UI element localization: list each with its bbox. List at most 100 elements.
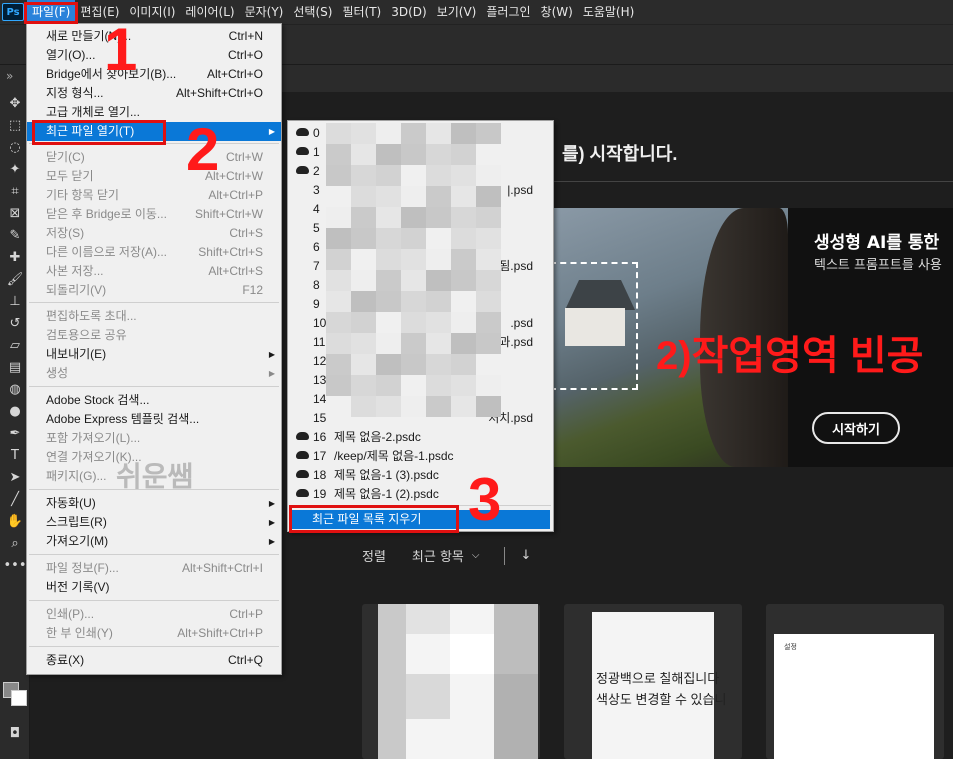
- file-menu-item[interactable]: 새로 만들기(N)... Ctrl+N: [27, 27, 281, 46]
- recent-file-item[interactable]: 19 제목 없음-1 (2).psdc: [288, 485, 553, 504]
- menu-type[interactable]: 문자(Y): [240, 0, 289, 24]
- menu-item-shortcut: Ctrl+N: [228, 29, 263, 43]
- redaction-mosaic-tile: [426, 165, 451, 186]
- sort-dropdown[interactable]: 최근 항목: [412, 546, 464, 565]
- redaction-mosaic-tile: [476, 144, 501, 165]
- file-menu-item[interactable]: 종료(X) Ctrl+Q: [27, 651, 281, 670]
- redaction-mosaic-tile: [351, 270, 376, 291]
- file-menu-item: 사본 저장... Alt+Ctrl+S: [27, 262, 281, 281]
- menu-view[interactable]: 보기(V): [432, 0, 482, 24]
- redaction-mosaic-tile: [351, 249, 376, 270]
- redaction-mosaic-tile: [451, 270, 476, 291]
- recent-file-thumbnail[interactable]: 정광백으로 칠해집니다 색상도 변경할 수 있습니: [564, 604, 742, 759]
- file-menu-item[interactable]: Adobe Stock 검색...: [27, 391, 281, 410]
- menu-help[interactable]: 도움말(H): [578, 0, 640, 24]
- hero-title: 생성형 AI를 통한: [814, 233, 940, 253]
- file-menu-item[interactable]: 버전 기록(V): [27, 578, 281, 597]
- redaction-mosaic-tile: [451, 375, 476, 396]
- menu-separator: [29, 386, 279, 387]
- redaction-mosaic-tile: [326, 123, 351, 144]
- recent-file-number: 13: [313, 373, 327, 387]
- quick-mask-icon[interactable]: ◘: [0, 722, 30, 744]
- file-menu-item[interactable]: Bridge에서 찾아보기(B)... Alt+Ctrl+O: [27, 65, 281, 84]
- redaction-mosaic-tile: [476, 396, 501, 417]
- redaction-mosaic-tile: [351, 207, 376, 228]
- menu-item-label: 기타 항목 닫기: [46, 188, 119, 202]
- redaction-mosaic-tile: [426, 312, 451, 333]
- menu-select[interactable]: 선택(S): [288, 0, 337, 24]
- menu-item-shortcut: Alt+Shift+Ctrl+O: [175, 86, 263, 100]
- menu-layer[interactable]: 레이어(L): [180, 0, 239, 24]
- file-menu-item[interactable]: Adobe Express 템플릿 검색...: [27, 410, 281, 429]
- file-menu-item: 검토용으로 공유: [27, 326, 281, 345]
- recent-file-number: 18: [313, 468, 327, 482]
- redaction-mosaic-tile: [401, 396, 426, 417]
- recent-file-number: 8: [313, 278, 320, 292]
- redaction-mosaic-tile: [476, 123, 501, 144]
- submenu-arrow-icon: ▶: [268, 369, 275, 378]
- menu-3d[interactable]: 3D(D): [386, 0, 431, 24]
- redaction-mosaic-tile: [351, 165, 376, 186]
- file-menu-item[interactable]: 열기(O)... Ctrl+O: [27, 46, 281, 65]
- thumbnail-image: [378, 604, 538, 759]
- file-menu-item: 모두 닫기 Alt+Ctrl+W: [27, 167, 281, 186]
- menu-item-label: 한 부 인쇄(Y): [46, 626, 113, 640]
- recent-file-number: 9: [313, 297, 320, 311]
- menu-window[interactable]: 창(W): [536, 0, 578, 24]
- recent-files-submenu: 0 1 2 3 |.psd 4 5 6 7 됨.psd 8 9 10 .psd 11 결과.psd 12 13 14…: [287, 120, 554, 532]
- menu-item-label: 열기(O)...: [46, 48, 96, 62]
- redaction-mosaic-tile: [376, 291, 401, 312]
- file-menu-item: 파일 정보(F)... Alt+Shift+Ctrl+I: [27, 559, 281, 578]
- recent-file-thumbnail[interactable]: [362, 604, 540, 759]
- file-menu-item[interactable]: 자동화(U) ▶: [27, 494, 281, 513]
- recent-file-name: 제목 없음-2.psdc: [334, 430, 421, 444]
- menu-item-label: 스크립트(R): [46, 515, 107, 529]
- redaction-mosaic-tile: [376, 375, 401, 396]
- redaction-mosaic-tile: [476, 291, 501, 312]
- menu-item-shortcut: Alt+Ctrl+O: [206, 67, 263, 81]
- recent-file-number: 19: [313, 487, 327, 501]
- menu-filter[interactable]: 필터(T): [337, 0, 386, 24]
- menu-item-label: 지정 형식...: [46, 86, 104, 100]
- menu-plugins[interactable]: 플러그인: [481, 0, 535, 24]
- redaction-mosaic-tile: [351, 144, 376, 165]
- annotation-work-area: 2)작업영역 빈공: [656, 334, 924, 378]
- panel-collapse-icon[interactable]: »: [6, 69, 13, 83]
- recent-file-number: 10: [313, 316, 327, 330]
- file-menu-item: 되돌리기(V) F12: [27, 281, 281, 300]
- menu-item-label: Adobe Express 템플릿 검색...: [46, 412, 200, 426]
- file-menu-item[interactable]: 스크립트(R) ▶: [27, 513, 281, 532]
- menu-item-shortcut: Shift+Ctrl+S: [198, 245, 263, 259]
- file-menu-item[interactable]: 내보내기(E) ▶: [27, 345, 281, 364]
- start-button[interactable]: 시작하기: [812, 412, 900, 444]
- menu-item-label: 다른 이름으로 저장(A)...: [46, 245, 167, 259]
- recent-file-item[interactable]: 17/keep/제목 없음-1.psdc: [288, 447, 553, 466]
- recent-file-item[interactable]: 18 제목 없음-1 (3).psdc: [288, 466, 553, 485]
- redaction-mosaic-tile: [476, 207, 501, 228]
- redaction-mosaic-tile: [426, 186, 451, 207]
- menu-item-label: 자동화(U): [46, 496, 96, 510]
- redaction-mosaic-tile: [326, 207, 351, 228]
- recent-file-name: .psd: [510, 316, 533, 330]
- file-menu-item: 닫기(C) Ctrl+W: [27, 148, 281, 167]
- redaction-mosaic-tile: [351, 375, 376, 396]
- chevron-down-icon[interactable]: ⌵: [472, 550, 480, 561]
- recent-file-thumbnail[interactable]: 설정: [766, 604, 944, 759]
- cloud-document-icon: [296, 166, 309, 174]
- redaction-mosaic-tile: [351, 312, 376, 333]
- menu-item-label: 닫은 후 Bridge로 이동...: [46, 207, 167, 221]
- menu-item-shortcut: Ctrl+O: [227, 48, 263, 62]
- redaction-mosaic-tile: [426, 144, 451, 165]
- menu-item-label: 가져오기(M): [46, 534, 109, 548]
- file-menu-item[interactable]: 지정 형식... Alt+Shift+Ctrl+O: [27, 84, 281, 103]
- redaction-mosaic-tile: [476, 312, 501, 333]
- redaction-mosaic-tile: [326, 144, 351, 165]
- file-menu-item[interactable]: 가져오기(M) ▶: [27, 532, 281, 551]
- redaction-mosaic-tile: [351, 333, 376, 354]
- background-color-swatch[interactable]: [11, 690, 27, 706]
- recent-file-item[interactable]: 16 제목 없음-2.psdc: [288, 428, 553, 447]
- redaction-mosaic-tile: [476, 186, 501, 207]
- redaction-mosaic-tile: [376, 207, 401, 228]
- file-menu-item: 저장(S) Ctrl+S: [27, 224, 281, 243]
- sort-direction-icon[interactable]: ↓: [521, 548, 532, 563]
